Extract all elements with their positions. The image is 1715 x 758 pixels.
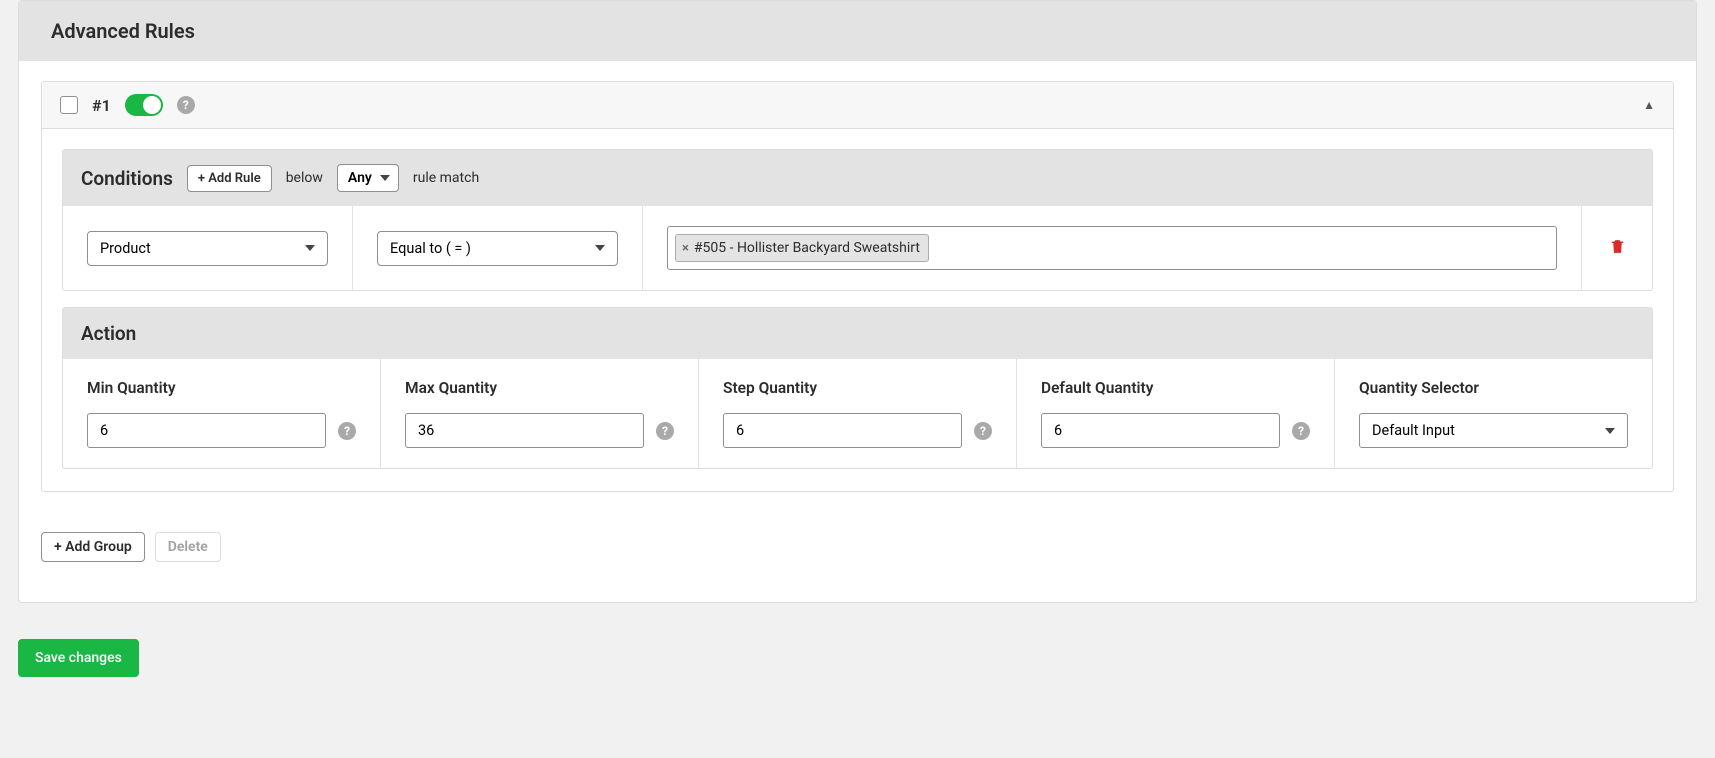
step-qty-label: Step Quantity bbox=[723, 379, 992, 397]
default-qty-input[interactable] bbox=[1041, 413, 1280, 448]
conditions-subpanel: Conditions + Add Rule below Any rule mat… bbox=[62, 149, 1653, 291]
help-icon[interactable]: ? bbox=[338, 422, 356, 440]
action-header: Action bbox=[63, 308, 1652, 359]
panel-header: Advanced Rules bbox=[19, 1, 1696, 61]
below-text: below bbox=[286, 170, 323, 186]
help-icon[interactable]: ? bbox=[656, 422, 674, 440]
add-rule-button[interactable]: + Add Rule bbox=[187, 165, 272, 192]
max-qty-cell: Max Quantity ? bbox=[381, 359, 699, 468]
rule-group: #1 ? ▲ Conditions + Add Rule below bbox=[41, 81, 1674, 492]
min-qty-cell: Min Quantity ? bbox=[63, 359, 381, 468]
qty-selector-label: Quantity Selector bbox=[1359, 379, 1628, 397]
save-changes-button[interactable]: Save changes bbox=[18, 639, 139, 677]
max-qty-label: Max Quantity bbox=[405, 379, 674, 397]
toggle-knob bbox=[143, 96, 161, 114]
help-icon[interactable]: ? bbox=[177, 96, 195, 114]
help-icon[interactable]: ? bbox=[974, 422, 992, 440]
match-mode-select[interactable]: Any bbox=[337, 164, 399, 192]
tag-remove-icon[interactable]: × bbox=[682, 241, 689, 256]
group-header: #1 ? ▲ bbox=[42, 82, 1673, 129]
group-enabled-toggle[interactable] bbox=[125, 94, 163, 116]
max-qty-input[interactable] bbox=[405, 413, 644, 448]
qty-selector-cell: Quantity Selector Default Input bbox=[1335, 359, 1652, 468]
condition-value-input[interactable]: × #505 - Hollister Backyard Sweatshirt bbox=[667, 226, 1557, 270]
action-subpanel: Action Min Quantity ? Ma bbox=[62, 307, 1653, 469]
help-icon[interactable]: ? bbox=[1292, 422, 1310, 440]
panel-title: Advanced Rules bbox=[51, 19, 1664, 43]
add-group-button[interactable]: + Add Group bbox=[41, 532, 145, 562]
collapse-icon[interactable]: ▲ bbox=[1643, 98, 1655, 112]
delete-condition-icon[interactable] bbox=[1609, 237, 1626, 260]
product-tag: × #505 - Hollister Backyard Sweatshirt bbox=[675, 234, 929, 262]
group-footer-actions: + Add Group Delete bbox=[41, 532, 1674, 562]
step-qty-cell: Step Quantity ? bbox=[699, 359, 1017, 468]
default-qty-label: Default Quantity bbox=[1041, 379, 1310, 397]
group-number-label: #1 bbox=[92, 96, 111, 115]
tag-label: #505 - Hollister Backyard Sweatshirt bbox=[694, 240, 920, 256]
conditions-header: Conditions + Add Rule below Any rule mat… bbox=[63, 150, 1652, 206]
min-qty-input[interactable] bbox=[87, 413, 326, 448]
advanced-rules-panel: Advanced Rules #1 ? ▲ bbox=[18, 0, 1697, 603]
condition-field-select[interactable]: Product bbox=[87, 231, 328, 266]
action-title: Action bbox=[81, 322, 136, 345]
delete-group-button[interactable]: Delete bbox=[155, 532, 221, 562]
rule-match-text: rule match bbox=[413, 170, 479, 186]
save-bar: Save changes bbox=[18, 639, 1697, 677]
condition-operator-select[interactable]: Equal to ( = ) bbox=[377, 231, 618, 266]
default-qty-cell: Default Quantity ? bbox=[1017, 359, 1335, 468]
condition-row: Product Equal to ( = ) bbox=[63, 206, 1652, 290]
qty-selector-select[interactable]: Default Input bbox=[1359, 413, 1628, 448]
step-qty-input[interactable] bbox=[723, 413, 962, 448]
min-qty-label: Min Quantity bbox=[87, 379, 356, 397]
group-select-checkbox[interactable] bbox=[60, 96, 78, 114]
conditions-title: Conditions bbox=[81, 167, 173, 190]
